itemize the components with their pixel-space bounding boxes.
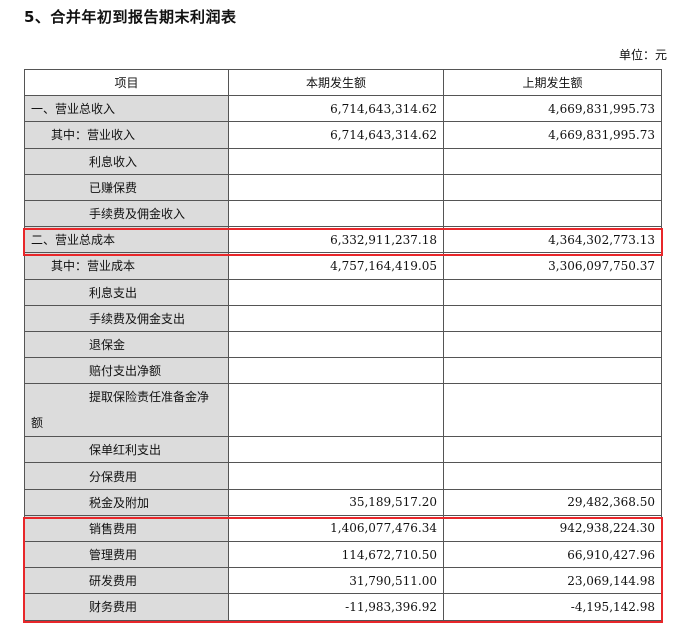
table-row: 利息收入 [24,147,662,175]
current-value [228,330,444,359]
current-value: 6,332,911,237.18 [228,226,444,254]
current-value: 4,757,164,419.05 [228,252,444,280]
row-label: 保单红利支出 [24,436,229,464]
previous-value [443,304,662,332]
table-row: 一、营业总收入 6,714,643,314.62 4,669,831,995.7… [24,95,662,123]
current-value: 6,714,643,314.62 [228,121,444,149]
table-row: 保单红利支出 [24,436,662,464]
row-label: 利息支出 [24,278,229,306]
current-value [228,278,444,306]
table-row: 管理费用 114,672,710.50 66,910,427.96 [24,540,662,569]
row-label: 手续费及佣金支出 [24,304,229,332]
row-label: 利息收入 [24,147,229,175]
row-label-line1: 提取保险责任准备金净 [89,390,210,405]
previous-value: 3,306,097,750.37 [443,252,662,280]
previous-value [443,462,662,490]
previous-value: 23,069,144.98 [443,567,662,595]
current-value: -11,983,396.92 [228,593,444,621]
table-row: 赔付支出净额 [24,357,662,385]
previous-value [443,173,662,201]
table-row: 已赚保费 [24,173,662,201]
table-row: 其中：营业成本 4,757,164,419.05 3,306,097,750.3… [24,252,662,280]
current-value: 1,406,077,476.34 [228,514,444,543]
row-label: 已赚保费 [24,173,229,201]
previous-value [443,357,662,385]
row-label: 赔付支出净额 [24,357,229,385]
row-label: 其中：营业收入 [24,121,229,149]
income-statement-table: 项目 本期发生额 上期发生额 一、营业总收入 6,714,643,314.62 … [24,68,662,621]
current-value [228,383,444,438]
previous-value [443,330,662,359]
table-row: 二、营业总成本 6,332,911,237.18 4,364,302,773.1… [24,226,662,254]
table-row: 研发费用 31,790,511.00 23,069,144.98 [24,567,662,595]
previous-value [443,383,662,438]
previous-value: 29,482,368.50 [443,488,662,516]
previous-value: 66,910,427.96 [443,540,662,569]
table-row: 财务费用 -11,983,396.92 -4,195,142.98 [24,593,662,621]
table-row: 退保金 [24,330,662,359]
table-row: 手续费及佣金收入 [24,199,662,228]
header-current-period: 本期发生额 [228,68,444,97]
previous-value: -4,195,142.98 [443,593,662,621]
row-label: 分保费用 [24,462,229,490]
previous-value [443,147,662,175]
current-value: 35,189,517.20 [228,488,444,516]
header-item: 项目 [24,68,229,97]
current-value [228,462,444,490]
row-label: 财务费用 [24,593,229,621]
previous-value: 4,669,831,995.73 [443,95,662,123]
current-value: 114,672,710.50 [228,540,444,569]
table-row: 税金及附加 35,189,517.20 29,482,368.50 [24,488,662,516]
row-label: 二、营业总成本 [24,226,229,254]
row-label: 退保金 [24,330,229,359]
current-value [228,304,444,332]
current-value: 31,790,511.00 [228,567,444,595]
previous-value [443,199,662,228]
previous-value [443,278,662,306]
table-header-row: 项目 本期发生额 上期发生额 [24,68,662,97]
header-previous-period: 上期发生额 [443,68,662,97]
row-label: 一、营业总收入 [24,95,229,123]
page-title: 5、合并年初到报告期末利润表 [24,8,237,26]
row-label: 管理费用 [24,540,229,569]
row-label: 税金及附加 [24,488,229,516]
table-row: 分保费用 [24,462,662,490]
row-label: 手续费及佣金收入 [24,199,229,228]
current-value [228,199,444,228]
table-row: 利息支出 [24,278,662,306]
previous-value: 942,938,224.30 [443,514,662,543]
current-value [228,436,444,464]
current-value: 6,714,643,314.62 [228,95,444,123]
previous-value: 4,669,831,995.73 [443,121,662,149]
table-row: 其中：营业收入 6,714,643,314.62 4,669,831,995.7… [24,121,662,149]
current-value [228,147,444,175]
row-label: 其中：营业成本 [24,252,229,280]
unit-label: 单位：元 [618,48,667,62]
previous-value: 4,364,302,773.13 [443,226,662,254]
current-value [228,357,444,385]
row-label: 销售费用 [24,514,229,543]
current-value [228,173,444,201]
table-row: 手续费及佣金支出 [24,304,662,332]
row-label: 提取保险责任准备金净 额 [24,383,229,438]
table-row: 提取保险责任准备金净 额 [24,383,662,438]
previous-value [443,436,662,464]
row-label-line2: 额 [31,416,44,431]
table-row: 销售费用 1,406,077,476.34 942,938,224.30 [24,514,662,543]
row-label: 研发费用 [24,567,229,595]
